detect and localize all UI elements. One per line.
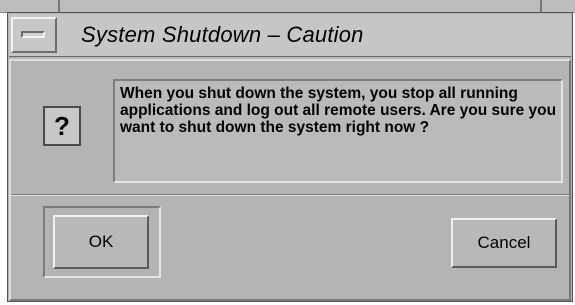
message-panel: When you shut down the system, you stop … xyxy=(113,79,563,183)
dialog-body: ? When you shut down the system, you sto… xyxy=(9,59,571,301)
dialog-message: When you shut down the system, you stop … xyxy=(120,85,557,136)
ok-button[interactable]: OK xyxy=(53,215,149,269)
window-title-bar[interactable]: System Shutdown – Caution xyxy=(9,14,571,57)
button-area-divider xyxy=(11,194,569,196)
window-title: System Shutdown – Caution xyxy=(81,22,364,47)
question-mark-icon: ? xyxy=(43,106,81,146)
question-mark-glyph: ? xyxy=(54,111,70,141)
desktop-separator xyxy=(540,0,542,12)
desktop-separator xyxy=(58,0,60,12)
cancel-button[interactable]: Cancel xyxy=(451,218,557,268)
window-menu-icon xyxy=(21,31,45,38)
window-menu-button[interactable] xyxy=(11,17,57,53)
shutdown-caution-dialog: System Shutdown – Caution ? When you shu… xyxy=(7,12,573,302)
